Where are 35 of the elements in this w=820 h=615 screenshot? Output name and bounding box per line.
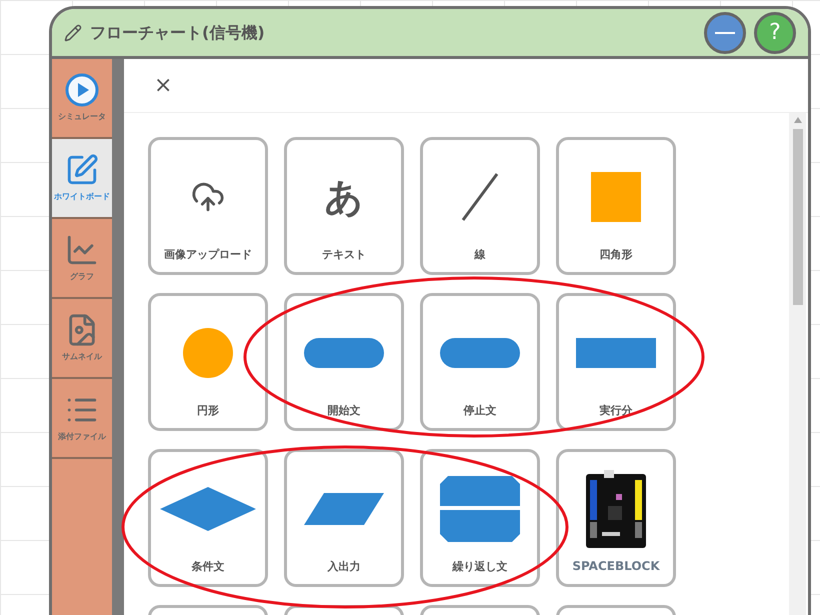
play-icon (65, 73, 99, 107)
square-shape (591, 172, 641, 222)
window-title: フローチャート(信号機) (90, 22, 266, 44)
shape-tile[interactable]: 開始文 (284, 293, 404, 431)
shape-tile[interactable]: 線 (420, 137, 540, 275)
tile-label: テキスト (322, 246, 366, 262)
tile-label: 入出力 (328, 558, 360, 574)
diagonal-line-icon (461, 172, 499, 222)
tile-label: SPACEBLOCK (572, 558, 660, 575)
line-chart-icon (65, 233, 99, 267)
edit-icon (65, 153, 99, 187)
tile-label: 円形 (197, 402, 219, 418)
tile-label: 停止文 (464, 402, 496, 418)
tile-label: 繰り返し文 (452, 558, 508, 574)
shape-tile[interactable]: 四角形 (556, 137, 676, 275)
shape-tile[interactable]: 円形 (148, 293, 268, 431)
pencil-icon (64, 24, 82, 42)
shape-tile[interactable]: 条件文 (148, 449, 268, 587)
shape-tile[interactable]: 入出力 (284, 449, 404, 587)
tile-label: 画像アップロード (164, 246, 252, 262)
tile-label: 開始文 (328, 402, 360, 418)
tile-label: 四角形 (600, 246, 632, 262)
shape-tile[interactable]: 画像アップロード (148, 137, 268, 275)
minus-icon (715, 32, 735, 34)
shape-tile[interactable]: SPACEBLOCK (556, 449, 676, 587)
tile-label: 線 (474, 246, 486, 262)
tile-label: 条件文 (192, 558, 224, 574)
shape-tile[interactable]: 繰り返し文 (420, 449, 540, 587)
shape-tile[interactable]: 停止文 (420, 293, 540, 431)
text-glyph: あ (324, 178, 364, 216)
scrollbar-thumb[interactable] (792, 129, 802, 305)
close-button[interactable]: × (154, 74, 172, 96)
shape-tile[interactable]: あ テキスト (284, 137, 404, 275)
scroll-up-arrow-icon[interactable] (794, 117, 802, 123)
minimize-button[interactable] (704, 12, 746, 54)
